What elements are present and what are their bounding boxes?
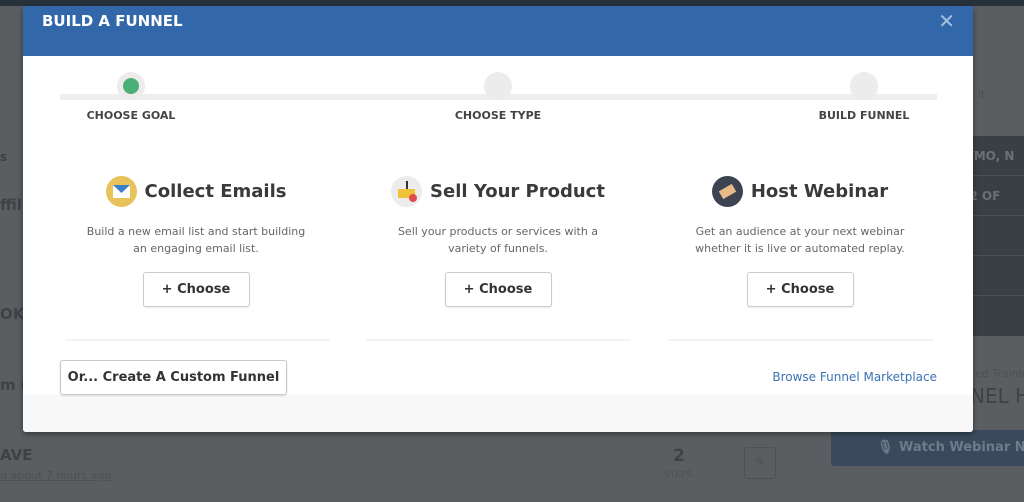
divider bbox=[668, 339, 933, 341]
ticket-icon bbox=[711, 175, 743, 207]
option-desc: Get an audience at your next webinar bbox=[695, 225, 905, 238]
bg-text: NEL HA bbox=[970, 384, 1024, 408]
choose-host-webinar-button[interactable]: + Choose bbox=[746, 272, 854, 307]
step-dot-build-funnel bbox=[850, 72, 878, 100]
shopping-basket-icon bbox=[391, 175, 423, 207]
step-label: CHOOSE TYPE bbox=[454, 109, 542, 122]
watch-webinar-label: Watch Webinar Now bbox=[899, 440, 1024, 455]
create-custom-funnel-button[interactable]: Or... Create A Custom Funnel bbox=[60, 360, 287, 395]
envelope-icon bbox=[105, 175, 137, 207]
option-desc: whether it is live or automated replay. bbox=[695, 242, 905, 255]
option-sell-product: Sell Your Product Sell your products or … bbox=[358, 174, 638, 307]
choose-collect-emails-button[interactable]: + Choose bbox=[142, 272, 250, 307]
bg-text: AVE bbox=[0, 446, 33, 464]
option-title: Sell Your Product bbox=[430, 180, 605, 202]
divider bbox=[65, 339, 330, 341]
option-desc: an engaging email list. bbox=[133, 242, 259, 255]
option-collect-emails: Collect Emails Build a new email list an… bbox=[56, 174, 336, 307]
step-label: BUILD FUNNEL bbox=[818, 109, 910, 122]
option-desc: variety of funnels. bbox=[448, 242, 548, 255]
steps-count: 2 bbox=[673, 446, 685, 466]
bg-text: d about 7 hours ago bbox=[0, 469, 112, 482]
option-title: Collect Emails bbox=[144, 180, 287, 202]
modal-title: BUILD A FUNNEL bbox=[42, 12, 183, 30]
watch-webinar-button[interactable]: 🎙 Watch Webinar Now bbox=[831, 430, 1024, 466]
bg-text: s bbox=[0, 150, 8, 164]
build-funnel-modal: BUILD A FUNNEL ✕ CHOOSE GOAL CHOOSE TYPE… bbox=[23, 6, 973, 432]
modal-footer bbox=[23, 395, 973, 432]
bg-text: ed Training bbox=[975, 367, 1024, 380]
step-dot-choose-goal bbox=[117, 72, 145, 100]
browse-marketplace-link[interactable]: Browse Funnel Marketplace bbox=[772, 370, 937, 384]
option-title: Host Webinar bbox=[750, 180, 889, 202]
close-icon[interactable]: ✕ bbox=[938, 9, 955, 33]
step-dot-choose-type bbox=[484, 72, 512, 100]
step-label: CHOOSE GOAL bbox=[86, 109, 176, 122]
option-host-webinar: Host Webinar Get an audience at your nex… bbox=[660, 174, 940, 307]
steps-label: STEPS bbox=[664, 470, 693, 480]
modal-header: BUILD A FUNNEL ✕ bbox=[23, 6, 973, 56]
option-desc: Build a new email list and start buildin… bbox=[86, 225, 306, 238]
edit-button[interactable]: ✎ bbox=[744, 447, 776, 479]
choose-sell-product-button[interactable]: + Choose bbox=[444, 272, 552, 307]
bg-text: it bbox=[978, 88, 986, 101]
divider bbox=[366, 339, 631, 341]
option-desc: Sell your products or services with a bbox=[397, 225, 599, 238]
microphone-icon: 🎙 bbox=[877, 440, 894, 455]
